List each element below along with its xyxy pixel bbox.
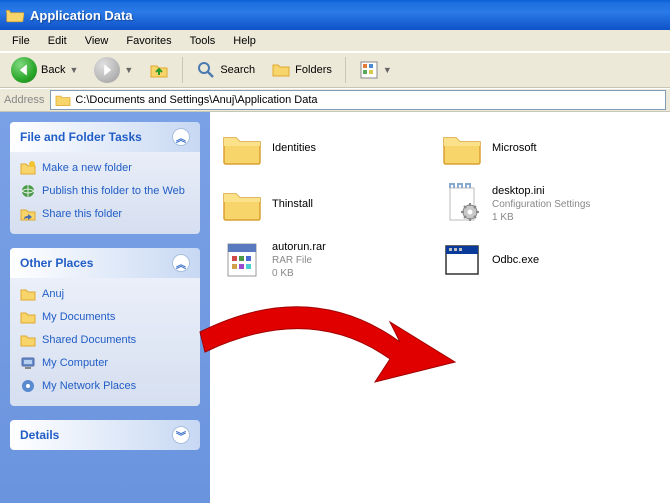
item-name: Identities [272,141,316,155]
content-pane[interactable]: Identities Microsoft Thinstall desktop.i… [210,112,670,503]
item-microsoft[interactable]: Microsoft [440,126,640,170]
folder-icon [20,332,36,348]
task-share-folder[interactable]: Share this folder [20,206,190,222]
folder-icon [55,93,71,107]
other-places-panel: Other Places ︽ Anuj My Documents Shared … [10,248,200,406]
menu-tools[interactable]: Tools [182,33,224,49]
place-label: My Network Places [42,380,136,392]
views-icon [359,60,379,80]
panel-title: Details [20,428,59,442]
item-size: 0 KB [272,267,326,280]
collapse-icon[interactable]: ︽ [172,254,190,272]
rar-file-icon [220,238,264,282]
task-publish-web[interactable]: Publish this folder to the Web [20,183,190,199]
panel-header[interactable]: Other Places ︽ [10,248,200,278]
menu-view[interactable]: View [77,33,117,49]
exe-icon [440,238,484,282]
folder-icon [220,126,264,170]
address-bar: Address [0,88,670,112]
item-meta: RAR File [272,254,326,267]
place-label: Shared Documents [42,334,136,346]
collapse-icon[interactable]: ︽ [172,128,190,146]
item-desktop-ini[interactable]: desktop.iniConfiguration Settings1 KB [440,182,640,226]
back-icon [11,57,37,83]
folder-icon [20,309,36,325]
place-shared-documents[interactable]: Shared Documents [20,332,190,348]
chevron-down-icon: ▼ [383,65,392,75]
network-icon [20,378,36,394]
place-label: Anuj [42,288,64,300]
separator [345,57,346,83]
computer-icon [20,355,36,371]
item-thinstall[interactable]: Thinstall [220,182,420,226]
item-meta: Configuration Settings [492,198,590,211]
file-folder-tasks-panel: File and Folder Tasks ︽ Make a new folde… [10,122,200,234]
panel-header[interactable]: Details ︾ [10,420,200,450]
chevron-down-icon: ▼ [69,65,78,75]
folder-icon [20,286,36,302]
place-anuj[interactable]: Anuj [20,286,190,302]
place-my-documents[interactable]: My Documents [20,309,190,325]
folders-icon [271,60,291,80]
menu-help[interactable]: Help [225,33,264,49]
folder-icon [440,126,484,170]
forward-button[interactable]: ▼ [89,54,138,86]
task-label: Share this folder [42,208,122,220]
annotation-arrow [190,287,480,410]
task-new-folder[interactable]: Make a new folder [20,160,190,176]
main-area: File and Folder Tasks ︽ Make a new folde… [0,112,670,503]
item-name: desktop.ini [492,184,590,198]
folder-up-icon [149,60,169,80]
toolbar: Back ▼ ▼ Search Folders ▼ [0,52,670,88]
up-button[interactable] [144,57,174,83]
forward-icon [94,57,120,83]
address-field[interactable] [50,90,666,110]
details-panel: Details ︾ [10,420,200,450]
item-name: Microsoft [492,141,537,155]
search-icon [196,60,216,80]
expand-icon[interactable]: ︾ [172,426,190,444]
item-name: Odbc.exe [492,253,539,267]
item-identities[interactable]: Identities [220,126,420,170]
sidebar: File and Folder Tasks ︽ Make a new folde… [0,112,210,503]
chevron-down-icon: ▼ [124,65,133,75]
back-label: Back [41,64,65,76]
item-name: autorun.rar [272,240,326,254]
item-autorun-rar[interactable]: autorun.rarRAR File0 KB [220,238,420,282]
share-icon [20,206,36,222]
address-input[interactable] [75,94,661,106]
item-size: 1 KB [492,211,590,224]
globe-icon [20,183,36,199]
folder-open-icon [6,7,24,23]
title-bar: Application Data [0,0,670,30]
menu-file[interactable]: File [4,33,38,49]
place-label: My Computer [42,357,108,369]
task-label: Make a new folder [42,162,132,174]
menu-bar: File Edit View Favorites Tools Help [0,30,670,52]
menu-favorites[interactable]: Favorites [118,33,179,49]
panel-title: File and Folder Tasks [20,130,142,144]
folders-button[interactable]: Folders [266,57,337,83]
folder-icon [220,182,264,226]
panel-title: Other Places [20,256,93,270]
views-button[interactable]: ▼ [354,57,397,83]
folders-label: Folders [295,64,332,76]
folder-new-icon [20,160,36,176]
window-title: Application Data [30,8,133,23]
search-label: Search [220,64,255,76]
task-label: Publish this folder to the Web [42,185,185,197]
menu-edit[interactable]: Edit [40,33,75,49]
place-network[interactable]: My Network Places [20,378,190,394]
back-button[interactable]: Back ▼ [6,54,83,86]
separator [182,57,183,83]
panel-header[interactable]: File and Folder Tasks ︽ [10,122,200,152]
config-file-icon [440,182,484,226]
search-button[interactable]: Search [191,57,260,83]
place-label: My Documents [42,311,115,323]
address-label: Address [4,94,44,106]
item-name: Thinstall [272,197,313,211]
place-my-computer[interactable]: My Computer [20,355,190,371]
item-odbc-exe[interactable]: Odbc.exe [440,238,640,282]
